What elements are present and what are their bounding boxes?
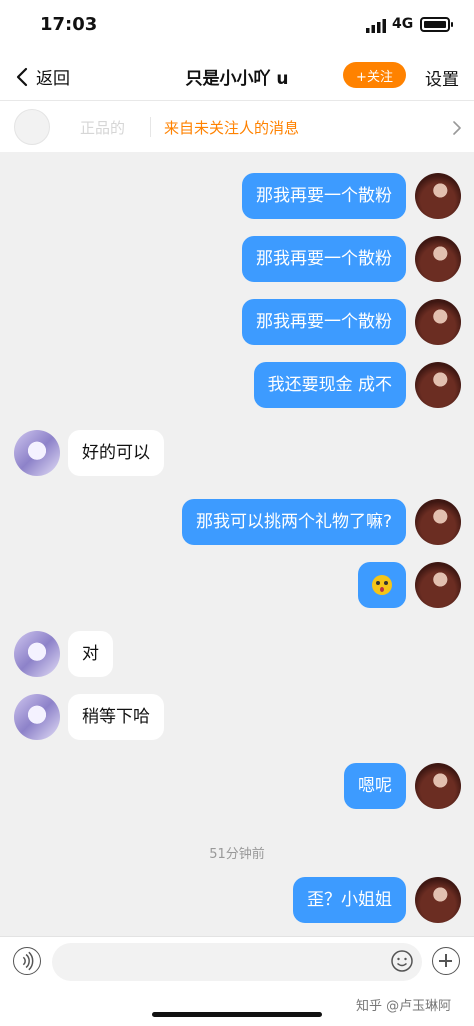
notice-text: 来自未关注人的消息 <box>164 119 300 137</box>
my-avatar[interactable] <box>415 499 461 545</box>
contact-avatar[interactable] <box>14 694 60 740</box>
battery-icon <box>420 17 453 32</box>
contact-avatar[interactable] <box>14 631 60 677</box>
follow-button[interactable]: +关注 <box>343 62 406 88</box>
smiley-icon[interactable] <box>390 949 414 973</box>
my-avatar[interactable] <box>415 763 461 809</box>
message-bubble-in[interactable]: 对 <box>68 631 113 677</box>
message-input[interactable] <box>52 943 422 981</box>
unfollowed-notice-bar[interactable]: 正品的 来自未关注人的消息 <box>0 100 474 152</box>
chevron-left-icon <box>16 67 28 86</box>
message-bubble-in[interactable]: 好的可以 <box>68 430 164 476</box>
message-bubble-out[interactable]: 那我再要一个散粉 <box>242 173 406 219</box>
notice-avatar <box>14 109 50 145</box>
message-bubble-in[interactable]: 稍等下哈 <box>68 694 164 740</box>
back-button[interactable]: 返回 <box>12 64 70 89</box>
network-type: 4G <box>392 16 414 32</box>
message-bubble-out[interactable]: 我还要现金 成不 <box>253 362 406 408</box>
status-bar: 17:03 4G <box>0 0 474 52</box>
my-avatar[interactable] <box>415 236 461 282</box>
flushed-face-emoji <box>372 575 392 595</box>
my-avatar[interactable] <box>415 362 461 408</box>
message-bubble-out[interactable]: 那我再要一个散粉 <box>242 236 406 282</box>
my-avatar[interactable] <box>415 562 461 608</box>
my-avatar[interactable] <box>415 299 461 345</box>
chevron-right-icon <box>453 121 461 135</box>
message-bubble-out[interactable]: 那我可以挑两个礼物了嘛? <box>181 499 406 545</box>
signal-icon <box>366 19 386 33</box>
divider <box>150 117 151 137</box>
status-time: 17:03 <box>40 14 98 35</box>
contact-avatar[interactable] <box>14 430 60 476</box>
settings-button[interactable]: 设置 <box>425 65 459 90</box>
my-avatar[interactable] <box>415 173 461 219</box>
message-bubble-out[interactable]: 嗯呢 <box>344 763 406 809</box>
notice-faded-name: 正品的 <box>80 119 126 137</box>
plus-icon[interactable] <box>432 947 460 975</box>
message-bubble-out[interactable]: 歪？小姐姐 <box>293 877 406 923</box>
message-bubble-out[interactable]: 那我再要一个散粉 <box>242 299 406 345</box>
voice-icon[interactable] <box>13 947 41 975</box>
home-indicator <box>152 1012 322 1017</box>
back-label: 返回 <box>36 69 70 89</box>
nav-bar: 返回 只是小小吖 u +关注 设置 <box>0 52 474 100</box>
message-bubble-out[interactable] <box>358 562 406 608</box>
my-avatar[interactable] <box>415 877 461 923</box>
time-divider: 51分钟前 <box>209 847 265 862</box>
watermark: 知乎 @卢玉琳阿 <box>356 999 452 1014</box>
